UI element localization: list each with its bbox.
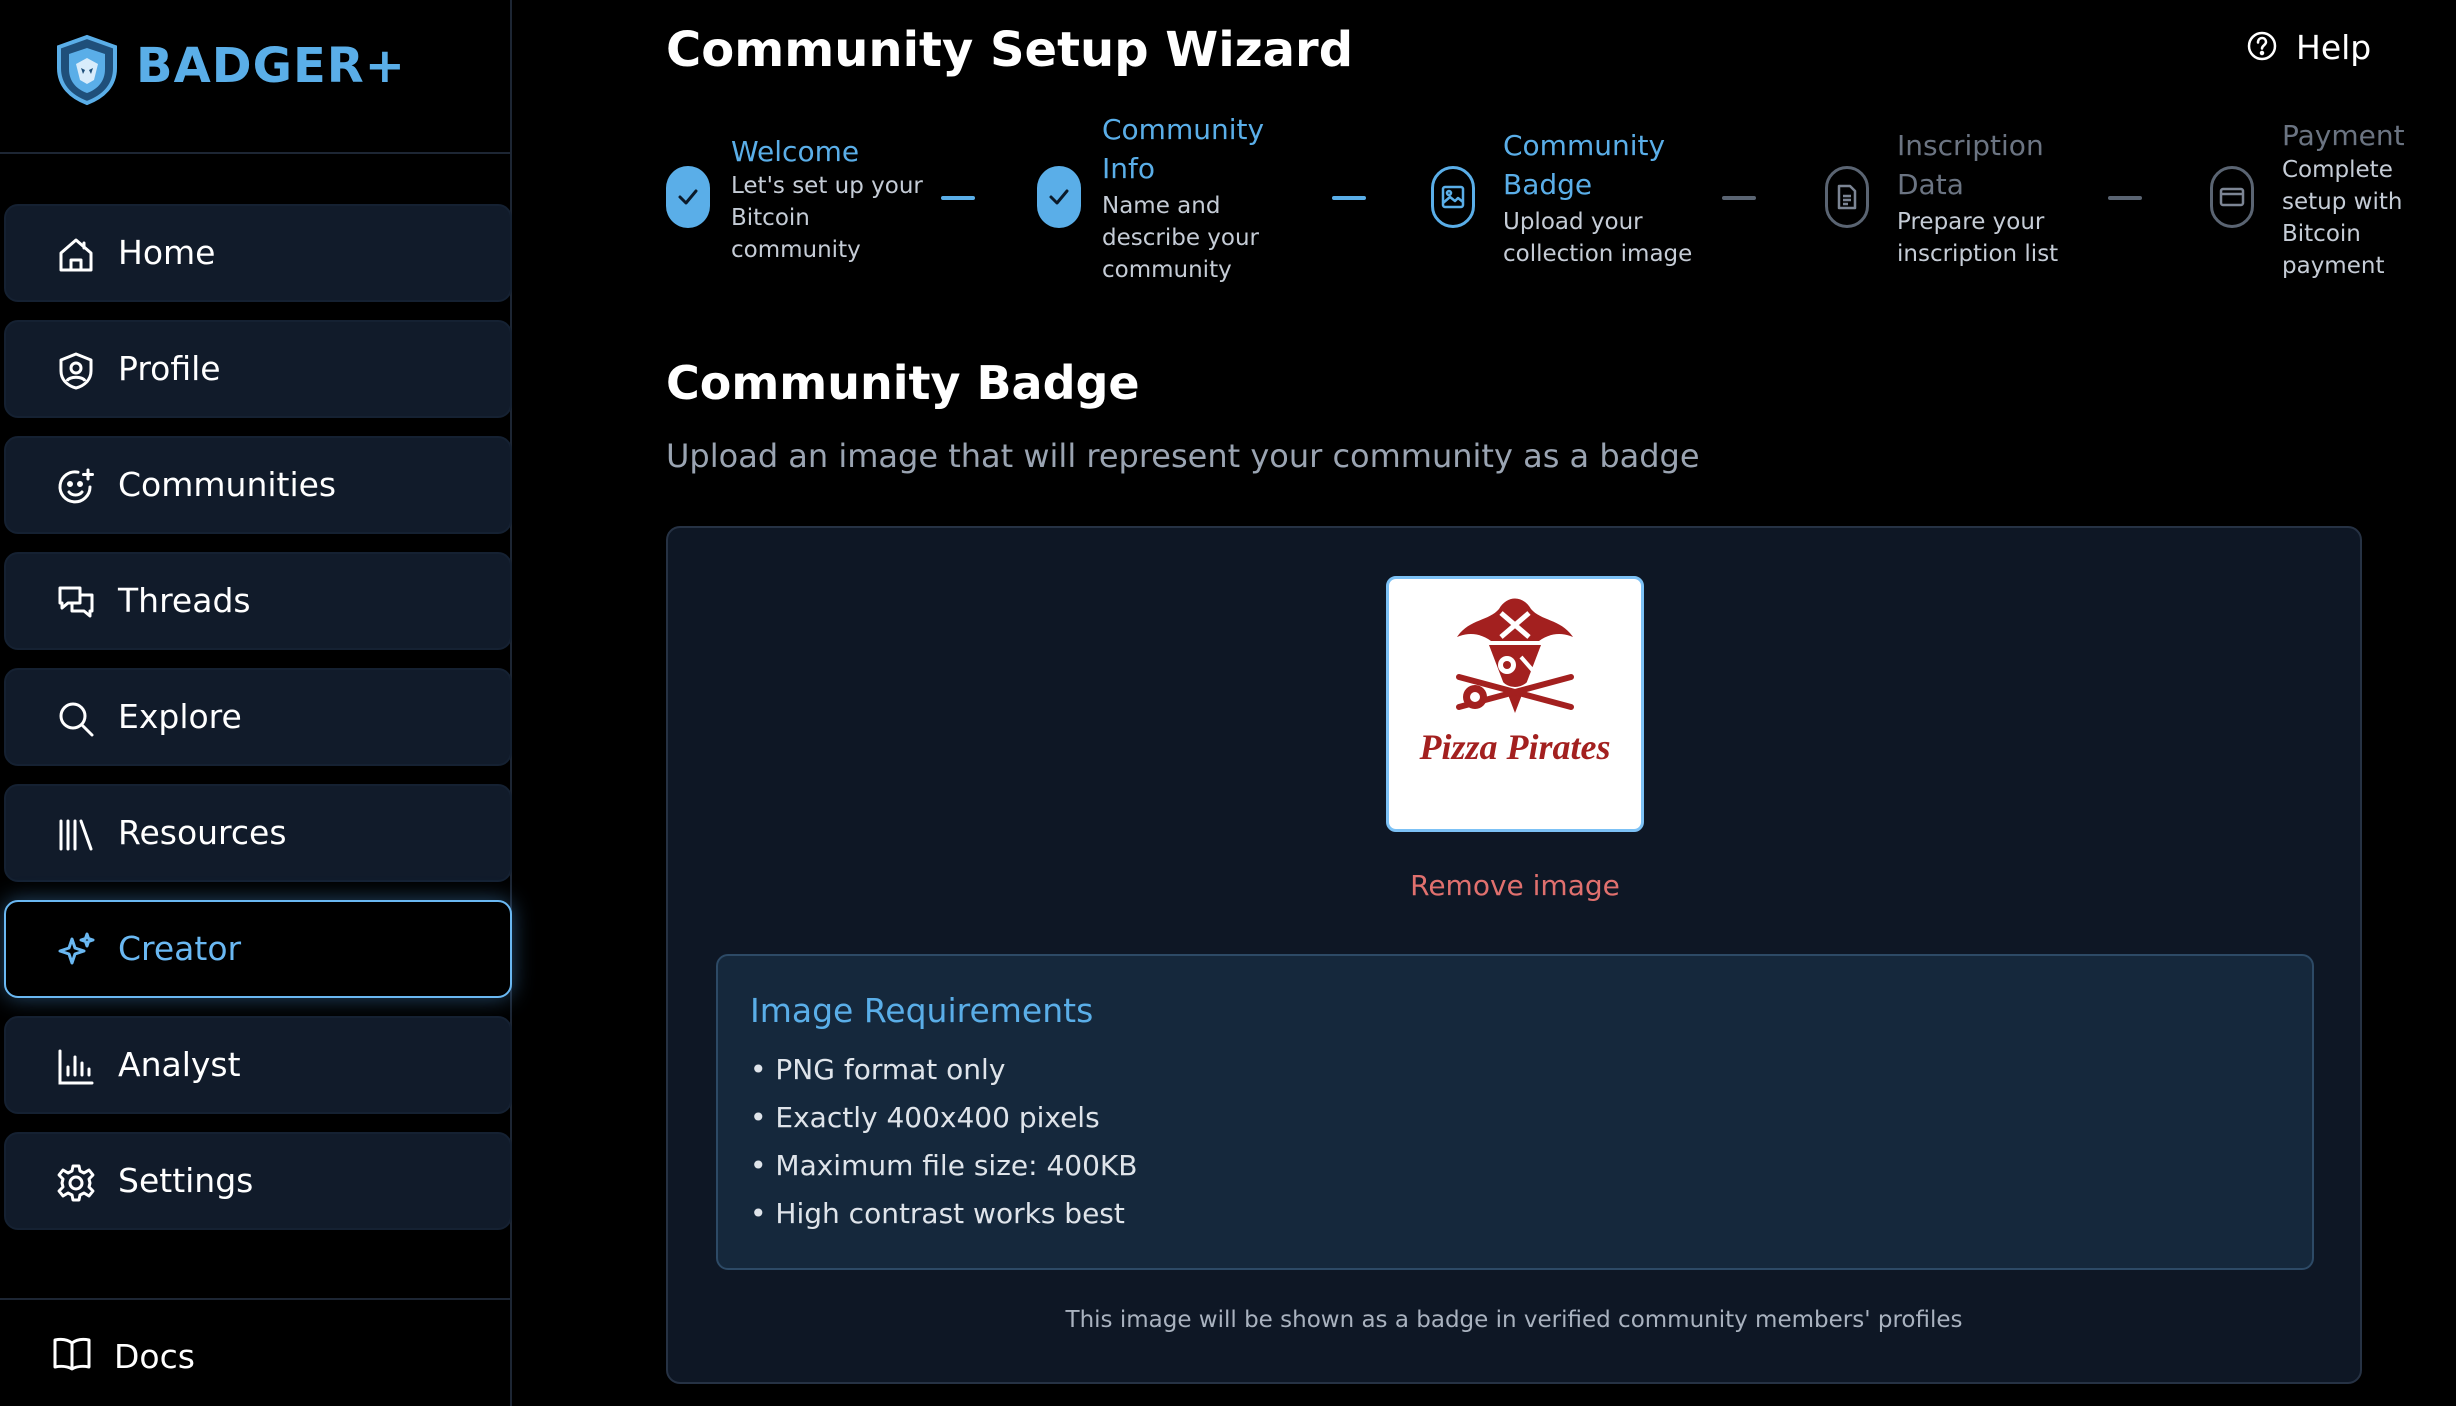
step-connector <box>941 196 975 200</box>
sidebar-item-explore[interactable]: Explore <box>4 668 512 766</box>
step-status <box>1825 166 1869 228</box>
sidebar-item-label: Settings <box>118 1161 254 1200</box>
sidebar-item-resources[interactable]: Resources <box>4 784 512 882</box>
smiley-plus-icon <box>56 467 96 507</box>
step-status <box>2210 166 2254 228</box>
sidebar-item-label: Profile <box>118 349 221 388</box>
sidebar-item-home[interactable]: Home <box>4 204 512 302</box>
step-description: Complete setup with Bitcoin payment <box>2282 157 2403 279</box>
sidebar-item-settings[interactable]: Settings <box>4 1132 512 1230</box>
image-requirements-box: Image Requirements • PNG format only • E… <box>716 954 2314 1270</box>
step-connector <box>1332 196 1366 200</box>
pizza-pirates-logo: Pizza Pirates <box>1418 598 1611 767</box>
requirement-item: • High contrast works best <box>750 1197 1125 1230</box>
gear-icon <box>56 1163 96 1203</box>
step-status <box>1037 166 1081 228</box>
book-icon <box>52 1334 92 1374</box>
sidebar-item-label: Explore <box>118 697 242 736</box>
step-title: Community Badge <box>1503 129 1666 201</box>
step-description: Let's set up your Bitcoin community <box>731 173 923 263</box>
sidebar-item-label: Resources <box>118 813 287 852</box>
requirement-item: • PNG format only <box>750 1053 1006 1086</box>
sidebar-item-label: Creator <box>118 929 242 968</box>
question-circle-icon <box>2246 30 2278 62</box>
sidebar-item-threads[interactable]: Threads <box>4 552 512 650</box>
step-description: Upload your collection image <box>1503 209 1693 267</box>
chat-bubbles-icon <box>56 583 96 623</box>
step-description: Prepare your inscription list <box>1897 209 2059 267</box>
sidebar-item-profile[interactable]: Profile <box>4 320 512 418</box>
step-title: Inscription Data <box>1897 129 2044 201</box>
step-status <box>1431 166 1475 228</box>
badge-image-text: Pizza Pirates <box>1418 727 1610 767</box>
docs-label: Docs <box>114 1337 195 1376</box>
sidebar-item-communities[interactable]: Communities <box>4 436 512 534</box>
image-icon <box>1440 184 1466 210</box>
bar-chart-icon <box>56 1047 96 1087</box>
sidebar-item-creator[interactable]: Creator <box>4 900 512 998</box>
step-description: Name and describe your community <box>1102 193 1260 283</box>
remove-image-button[interactable]: Remove image <box>1386 862 1644 910</box>
sidebar-item-label: Home <box>118 233 216 272</box>
step-title: Payment <box>2282 119 2405 152</box>
sidebar: BADGER+ Home Profile Communities Threads… <box>0 0 512 1406</box>
check-icon <box>1046 184 1072 210</box>
profile-shield-icon <box>56 351 96 391</box>
section-subtitle: Upload an image that will represent your… <box>666 437 1700 475</box>
sidebar-item-label: Threads <box>118 581 251 620</box>
document-icon <box>1834 184 1860 210</box>
app-name: BADGER+ <box>136 38 406 94</box>
shield-logo-icon <box>54 34 120 106</box>
search-icon <box>56 699 96 739</box>
logo[interactable]: BADGER+ <box>0 0 510 154</box>
library-icon <box>56 815 96 855</box>
sidebar-item-docs[interactable]: Docs <box>4 1310 510 1404</box>
home-icon <box>56 235 96 275</box>
requirements-title: Image Requirements <box>750 991 1094 1030</box>
sidebar-divider <box>0 1298 510 1300</box>
step-title: Community Info <box>1102 113 1265 185</box>
check-icon <box>675 184 701 210</box>
sparkles-icon <box>56 931 96 971</box>
page-title: Community Setup Wizard <box>666 22 1354 78</box>
sidebar-item-analyst[interactable]: Analyst <box>4 1016 512 1114</box>
help-label: Help <box>2296 28 2372 67</box>
step-connector <box>2108 196 2142 200</box>
credit-card-icon <box>2219 184 2245 210</box>
requirement-item: • Maximum file size: 400KB <box>750 1149 1138 1182</box>
step-connector <box>1722 196 1756 200</box>
sidebar-item-label: Communities <box>118 465 337 504</box>
section-title: Community Badge <box>666 356 1140 410</box>
badge-footnote: This image will be shown as a badge in v… <box>1065 1307 1963 1333</box>
step-title: Welcome <box>731 135 860 168</box>
requirement-item: • Exactly 400x400 pixels <box>750 1101 1100 1134</box>
badge-image-preview: Pizza Pirates <box>1386 576 1644 832</box>
sidebar-item-label: Analyst <box>118 1045 241 1084</box>
step-status <box>666 166 710 228</box>
